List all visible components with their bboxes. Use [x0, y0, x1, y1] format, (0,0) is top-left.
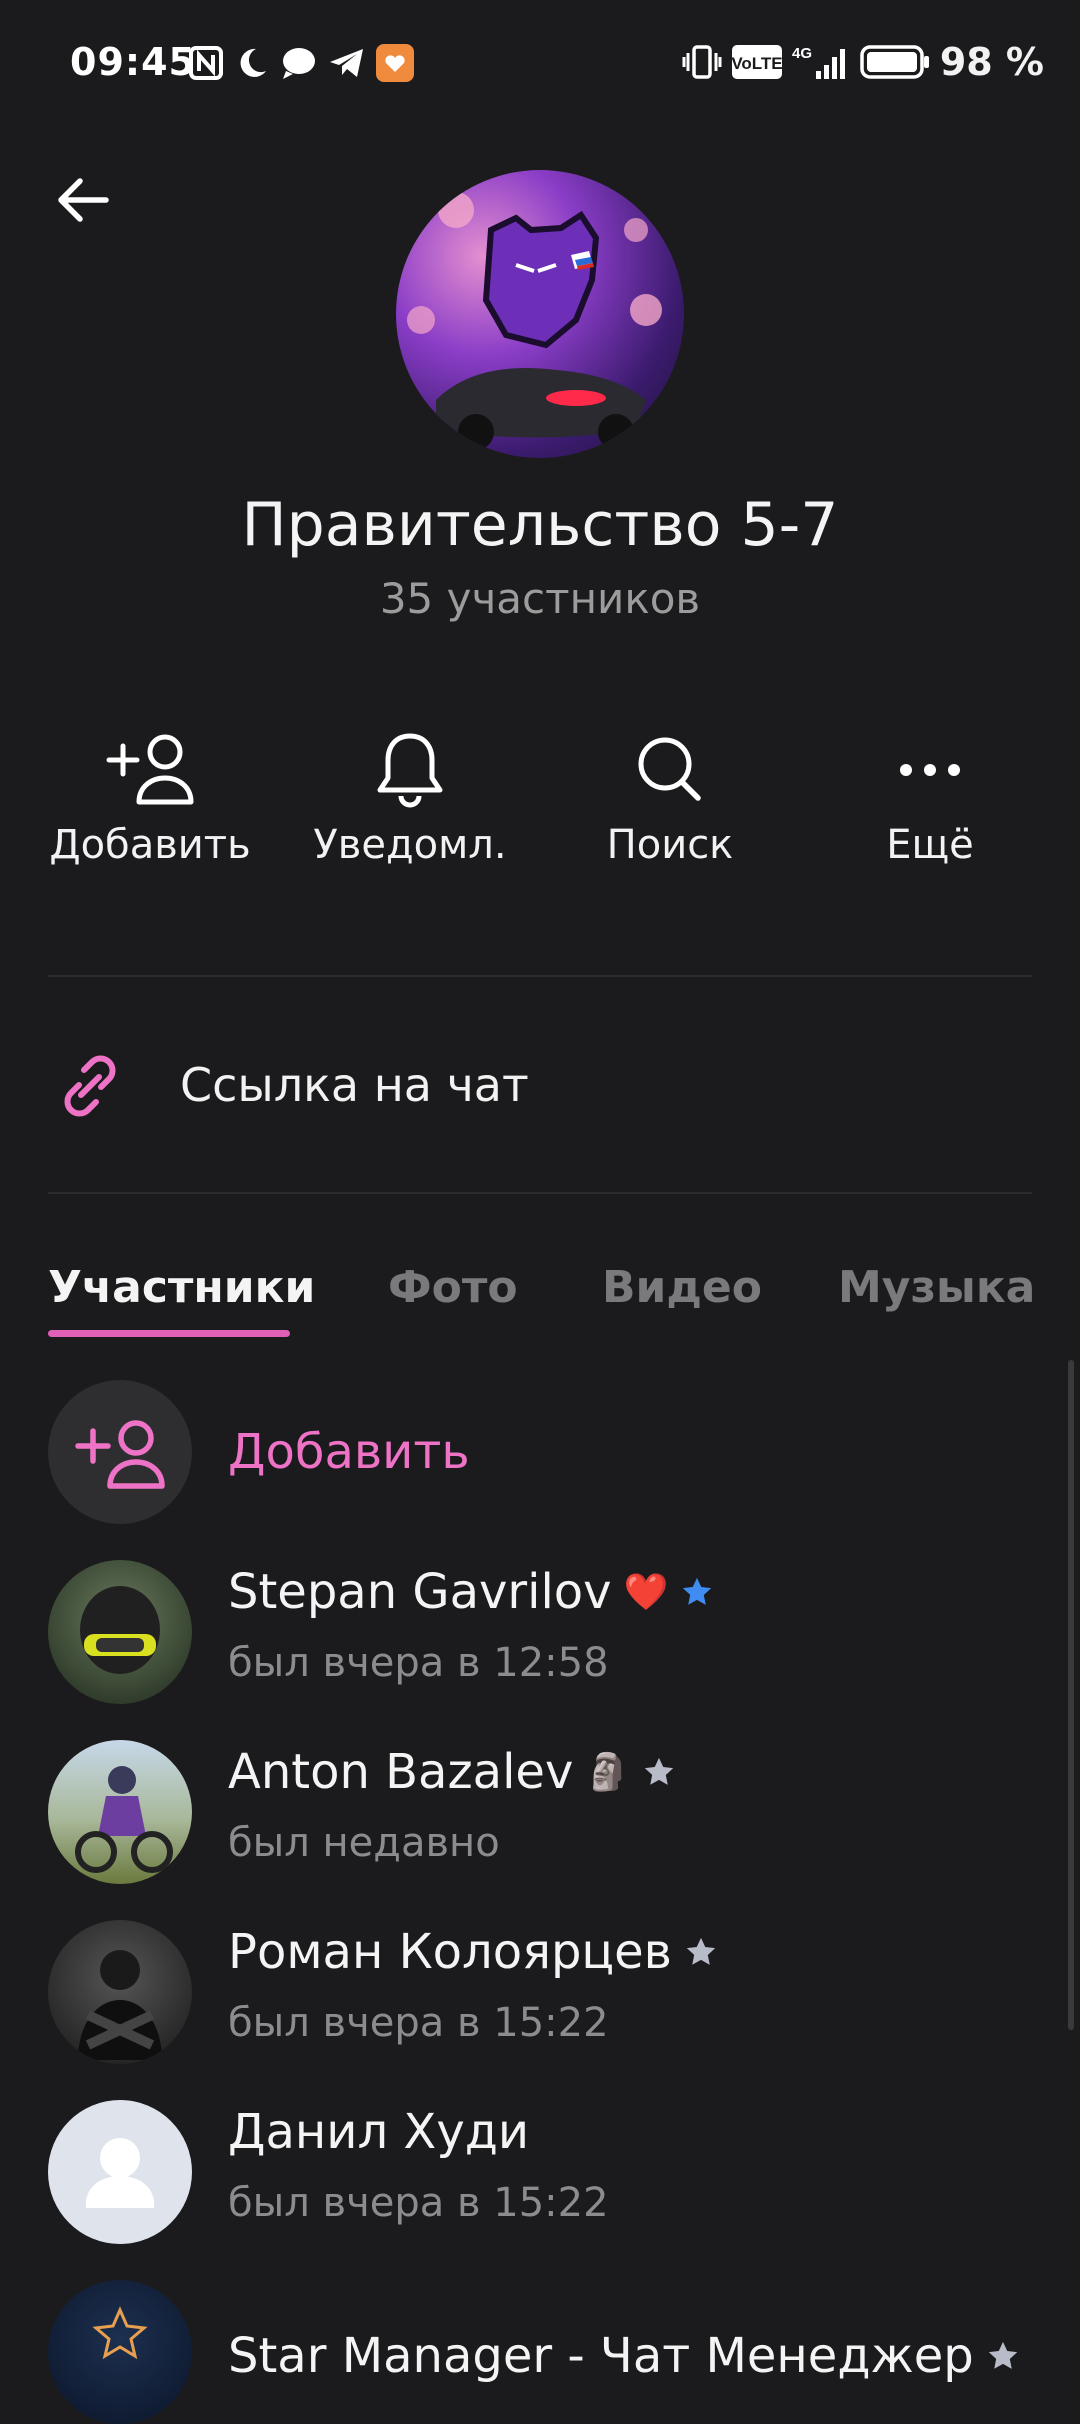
- group-avatar[interactable]: [396, 170, 684, 458]
- divider: [48, 1192, 1032, 1194]
- avatar[interactable]: [48, 2280, 192, 2424]
- bear-logo-image: [407, 192, 662, 450]
- tab-music[interactable]: Музыка: [838, 1262, 1035, 1313]
- status-bar: 09:45 VoLTE 4G 98 %: [0, 0, 1080, 130]
- member-name-text: Роман Колоярцев: [228, 1924, 672, 1980]
- action-more-label: Ещё: [886, 822, 974, 868]
- member-name[interactable]: Данил Худи: [228, 2104, 529, 2160]
- tab-members[interactable]: Участники: [48, 1262, 315, 1313]
- battery-icon: [860, 45, 929, 79]
- add-member-button[interactable]: [48, 1380, 192, 1524]
- heart-emoji-icon: ❤️: [623, 1572, 669, 1613]
- avatar[interactable]: [48, 1920, 192, 2064]
- moai-emoji-icon: 🗿: [585, 1752, 631, 1793]
- chat-bubble-icon: [283, 48, 315, 79]
- app-notification-icon: [376, 44, 414, 82]
- action-add[interactable]: Добавить: [30, 730, 270, 890]
- scrollbar[interactable]: [1068, 1360, 1074, 2030]
- divider: [48, 975, 1032, 977]
- action-notifications-label: Уведомл.: [313, 822, 507, 868]
- star-manager-logo: [92, 2306, 148, 2360]
- chat-link-row[interactable]: [0, 1012, 1080, 1152]
- member-name-text: Anton Bazalev: [228, 1744, 574, 1800]
- action-search[interactable]: Поиск: [550, 730, 790, 890]
- avatar[interactable]: [48, 1560, 192, 1704]
- member-name[interactable]: Anton Bazalev 🗿: [228, 1744, 676, 1800]
- add-user-icon: [106, 734, 194, 805]
- bell-icon: [377, 733, 443, 808]
- member-status: был вчера в 15:22: [228, 2180, 609, 2226]
- moon-icon: [240, 48, 266, 77]
- member-name[interactable]: Stepan Gavrilov ❤️: [228, 1564, 714, 1620]
- add-user-icon: [75, 1420, 165, 1489]
- svg-text:VoLTE: VoLTE: [732, 54, 782, 73]
- svg-text:4G: 4G: [792, 45, 812, 62]
- arrow-left-icon: [58, 178, 109, 222]
- more-icon: [900, 764, 960, 776]
- telegram-icon: [330, 49, 363, 77]
- tab-photos[interactable]: Фото: [388, 1262, 518, 1313]
- link-icon: [64, 1055, 116, 1117]
- back-button[interactable]: [52, 168, 116, 232]
- avatar[interactable]: [48, 2100, 192, 2244]
- action-add-label: Добавить: [49, 822, 251, 868]
- star-icon: [645, 1757, 674, 1785]
- tab-videos[interactable]: Видео: [602, 1262, 762, 1313]
- group-member-count: 35 участников: [379, 574, 701, 623]
- member-name[interactable]: Star Manager - Чат Менеджер: [228, 2328, 1020, 2384]
- member-name-text: Star Manager - Чат Менеджер: [228, 2328, 974, 2384]
- member-status: был вчера в 12:58: [228, 1640, 609, 1686]
- member-name-text: Данил Худи: [228, 2104, 530, 2160]
- group-title: Правительство 5-7: [241, 490, 839, 560]
- status-right: VoLTE 4G 98 %: [682, 40, 1044, 84]
- search-icon: [638, 737, 701, 801]
- avatar[interactable]: [48, 1740, 192, 1884]
- chat-link-label: Ссылка на чат: [180, 1058, 529, 1112]
- vibrate-icon: [682, 45, 722, 79]
- action-notifications[interactable]: Уведомл.: [290, 730, 530, 890]
- add-member-label[interactable]: Добавить: [228, 1424, 470, 1480]
- member-status: был вчера в 15:22: [228, 2000, 609, 2046]
- signal-4g-icon: 4G: [792, 45, 845, 79]
- member-name[interactable]: Роман Колоярцев: [228, 1924, 718, 1980]
- volte-icon: VoLTE: [731, 45, 782, 79]
- member-status: был недавно: [228, 1820, 500, 1866]
- action-search-label: Поиск: [606, 822, 734, 868]
- star-icon: [686, 1937, 716, 1965]
- star-icon: [988, 2341, 1017, 2369]
- tab-indicator: [48, 1330, 290, 1337]
- default-avatar-icon: [86, 2138, 154, 2208]
- status-time: 09:45: [70, 40, 196, 84]
- battery-percent: 98 %: [939, 40, 1044, 84]
- member-name-text: Stepan Gavrilov: [228, 1564, 612, 1620]
- status-left-icons: [188, 44, 414, 82]
- star-icon: [683, 1577, 712, 1605]
- nfc-icon: [189, 46, 223, 80]
- action-more[interactable]: Ещё: [810, 730, 1050, 890]
